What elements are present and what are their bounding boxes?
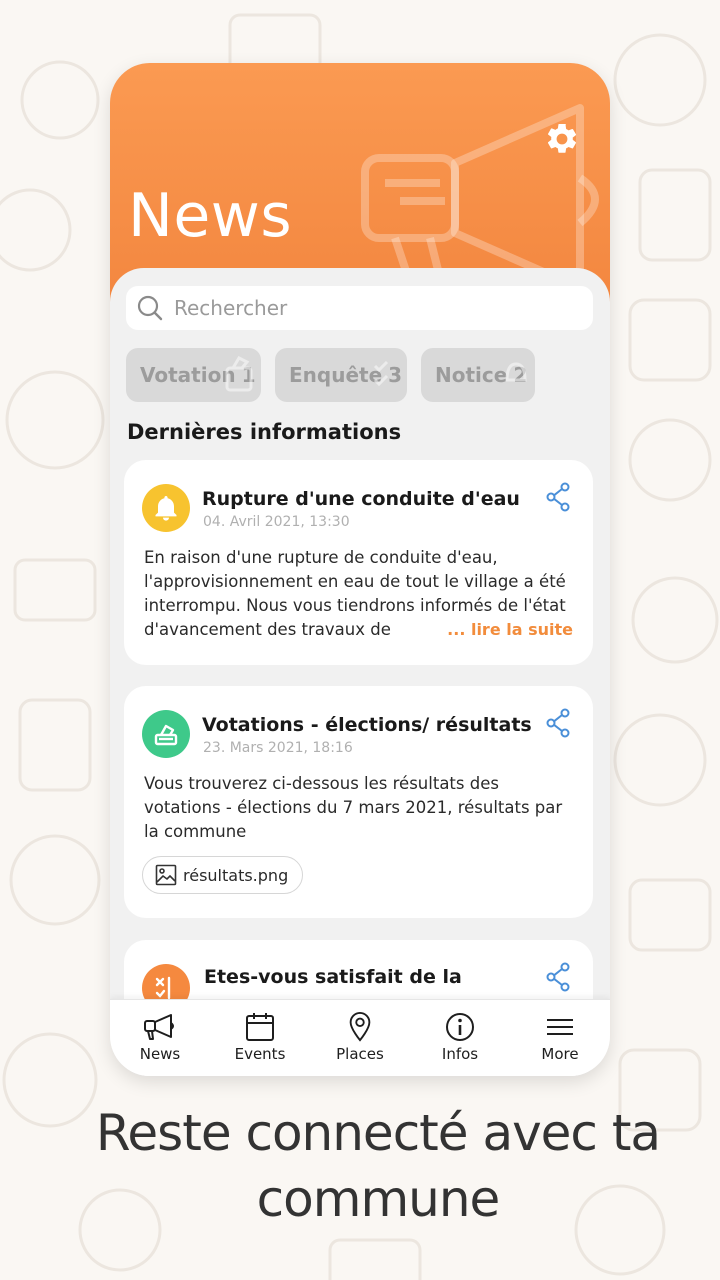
ballot-icon — [225, 356, 253, 392]
nav-item-places[interactable]: Places — [310, 1000, 410, 1076]
ballot-box-icon — [142, 710, 190, 758]
checklist-icon — [373, 360, 389, 387]
nav-item-more[interactable]: More — [510, 1000, 610, 1076]
content-panel: Votation 1 Enquête 3 Notice 2 Dernières … — [110, 268, 610, 1076]
search-input[interactable] — [174, 296, 574, 320]
page-title: News — [128, 181, 293, 251]
nav-item-events[interactable]: Events — [210, 1000, 310, 1076]
share-icon[interactable] — [545, 482, 571, 512]
nav-label: Infos — [441, 1045, 479, 1063]
nav-label: Places — [336, 1045, 384, 1063]
news-card[interactable]: Votations - élections/ résultats 23. Mar… — [124, 686, 593, 918]
image-icon — [155, 864, 177, 886]
news-date: 23. Mars 2021, 18:16 — [203, 740, 353, 756]
hamburger-menu-icon — [547, 1019, 573, 1035]
read-more-link[interactable]: ... lire la suite — [437, 618, 573, 642]
filter-chips: Votation 1 Enquête 3 Notice 2 — [126, 348, 535, 402]
share-icon[interactable] — [545, 962, 571, 992]
news-title: Votations - élections/ résultats — [202, 714, 532, 736]
tagline-line-1: Reste connecté avec ta — [95, 1104, 661, 1162]
info-icon — [446, 1013, 474, 1041]
news-title: Etes-vous satisfait de la — [204, 966, 462, 988]
attachment-name: résultats.png — [183, 865, 289, 885]
filter-chip-enquete[interactable]: Enquête 3 — [275, 348, 407, 402]
calendar-icon — [246, 1013, 274, 1041]
bottom-navigation: News Events Places Infos More — [110, 999, 610, 1076]
news-date: 04. Avril 2021, 13:30 — [203, 514, 350, 530]
section-title: Dernières informations — [127, 420, 402, 444]
megaphone-icon — [144, 1014, 174, 1040]
bell-icon — [142, 484, 190, 532]
map-pin-icon — [349, 1012, 371, 1042]
nav-item-news[interactable]: News — [110, 1000, 210, 1076]
news-card[interactable]: Rupture d'une conduite d'eau 04. Avril 2… — [124, 460, 593, 665]
nav-label: News — [139, 1045, 181, 1063]
news-body: Vous trouverez ci-dessous les résultats … — [144, 774, 563, 841]
nav-label: Events — [234, 1045, 286, 1063]
nav-item-infos[interactable]: Infos — [410, 1000, 510, 1076]
bell-icon — [505, 362, 527, 382]
search-bar[interactable] — [126, 286, 593, 330]
filter-chip-votation[interactable]: Votation 1 — [126, 348, 261, 402]
tagline-line-2: commune — [256, 1170, 501, 1228]
attachment-chip[interactable]: résultats.png — [142, 856, 304, 894]
news-title: Rupture d'une conduite d'eau — [202, 488, 520, 510]
chip-label: Votation — [140, 363, 236, 387]
gear-icon[interactable] — [544, 121, 580, 157]
share-icon[interactable] — [545, 708, 571, 738]
search-icon — [137, 295, 163, 321]
filter-chip-notice[interactable]: Notice 2 — [421, 348, 535, 402]
chip-label: Notice — [435, 363, 508, 387]
tagline: Reste connecté avec ta commune — [0, 1100, 720, 1232]
phone-frame: News Votation 1 Enquête 3 Notice — [110, 63, 610, 1076]
nav-label: More — [541, 1045, 579, 1063]
